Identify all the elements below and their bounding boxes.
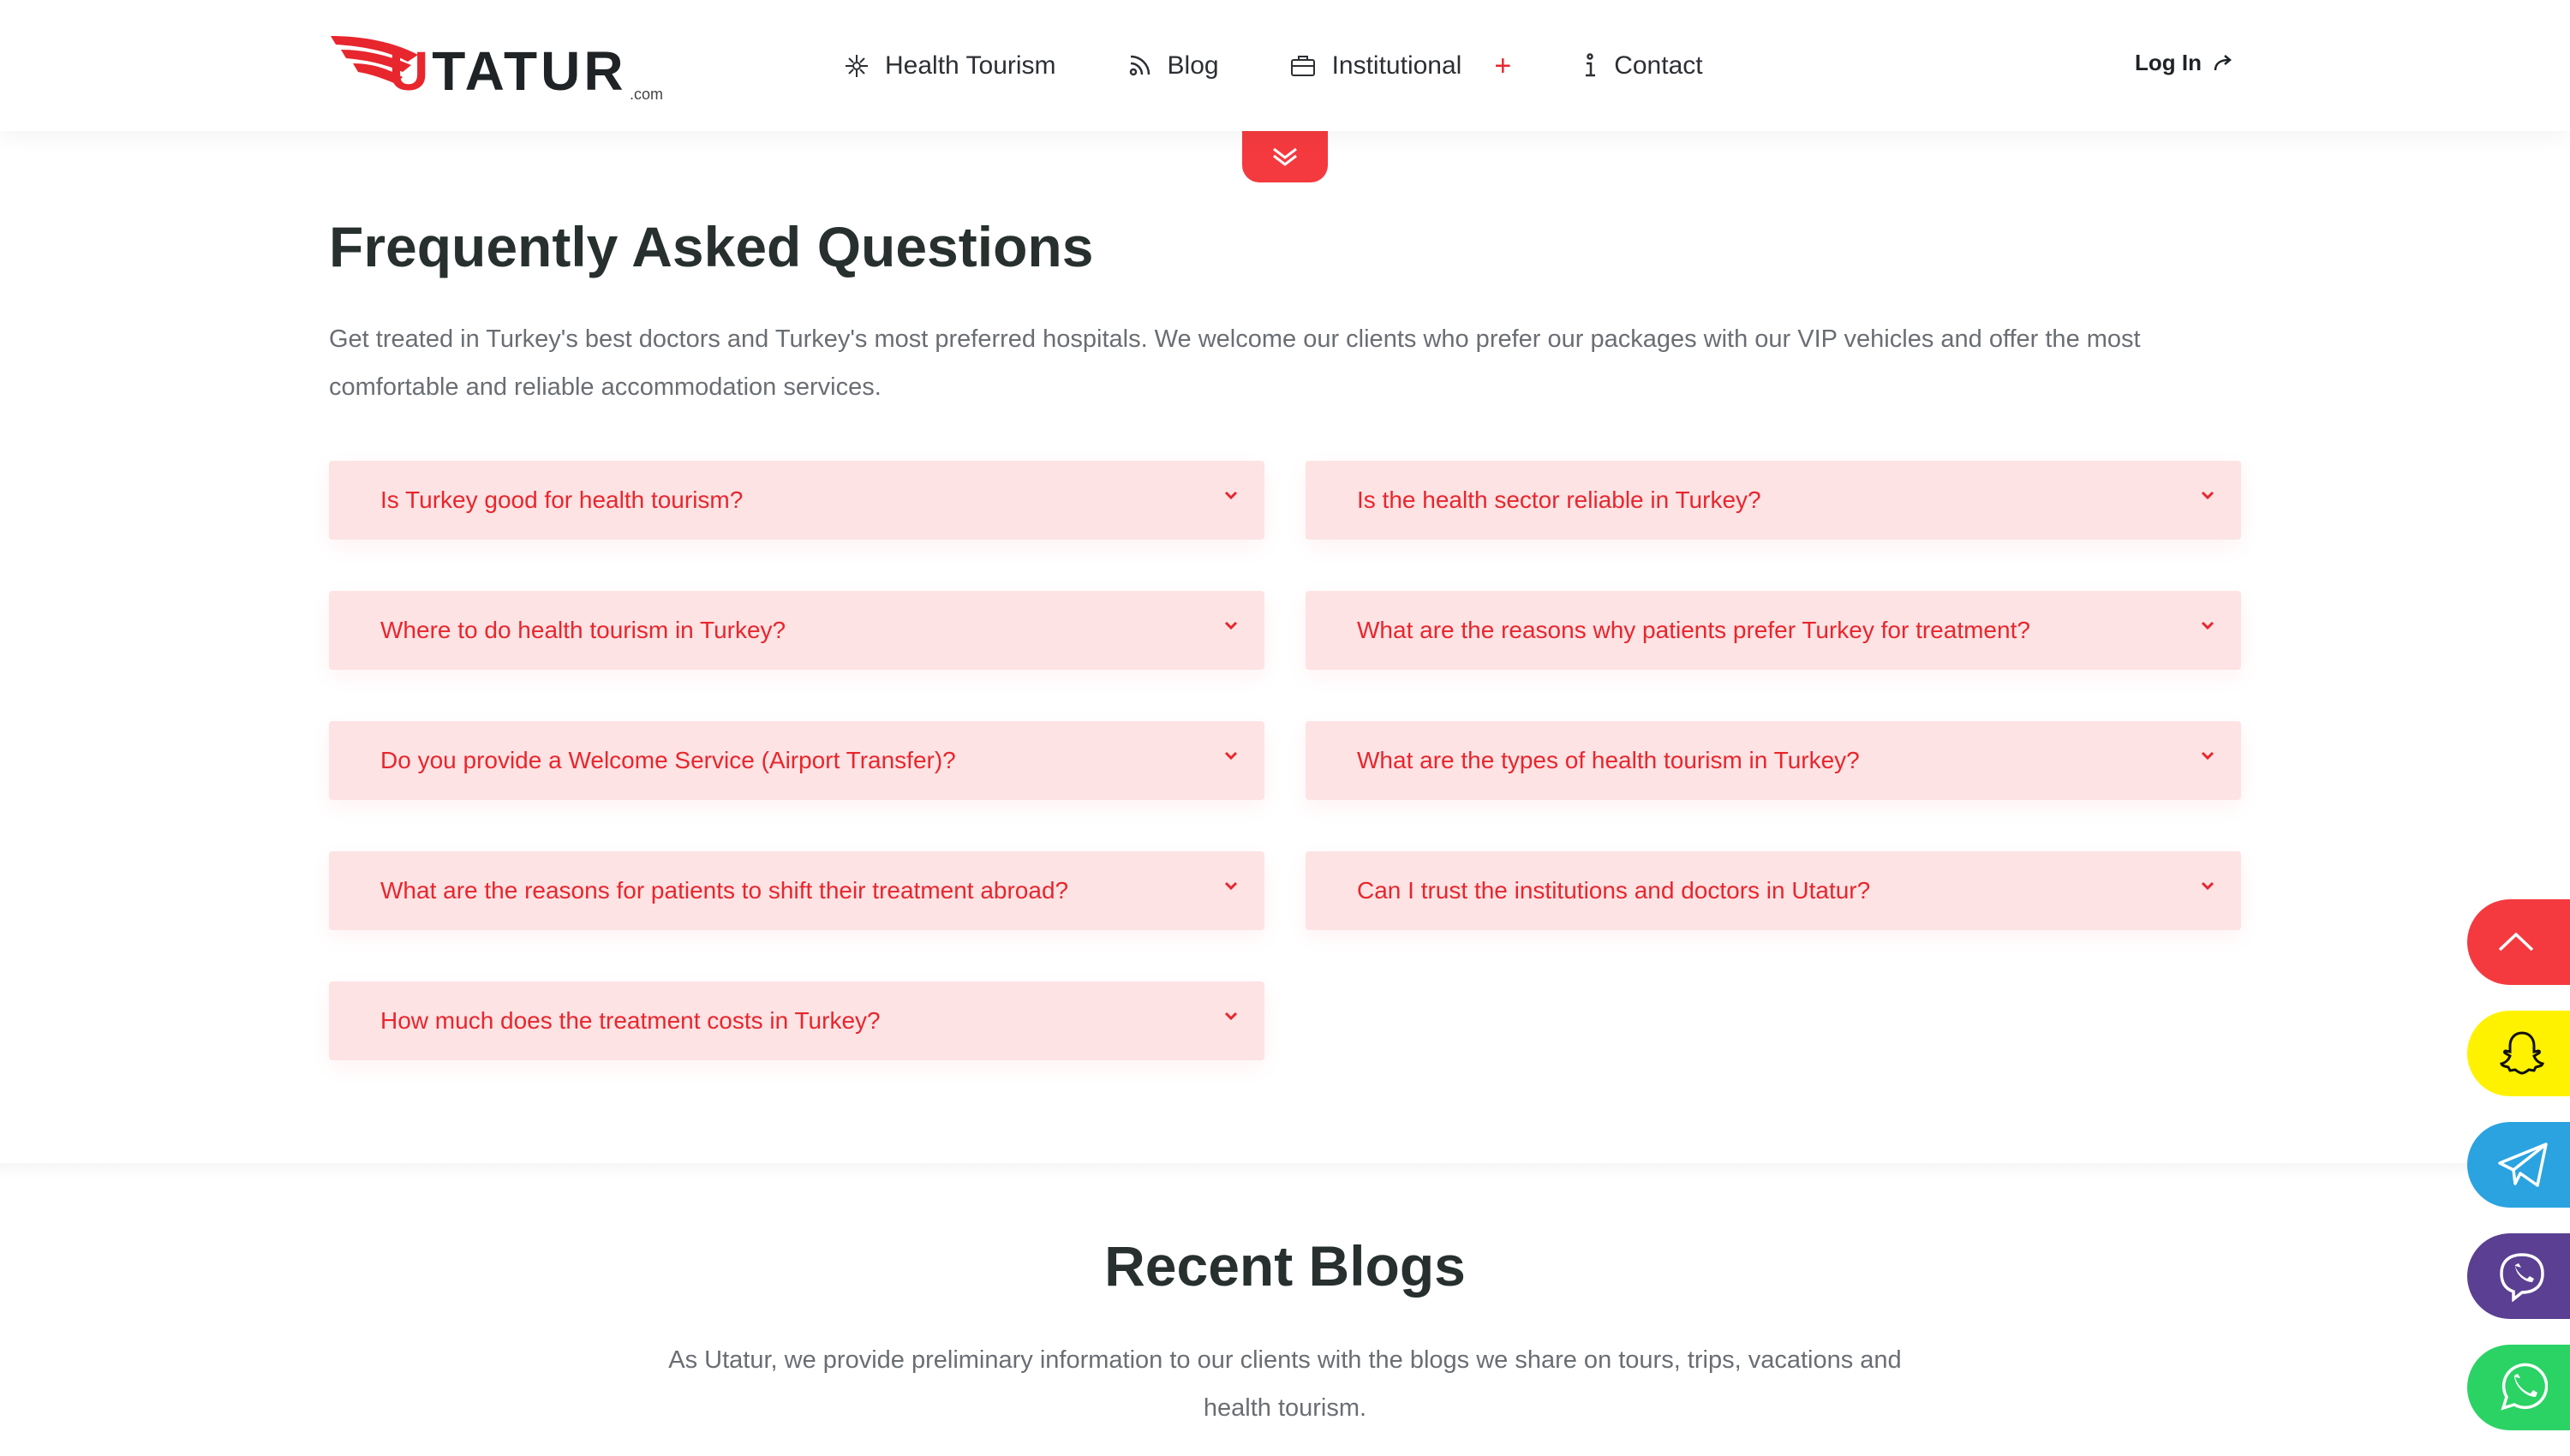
nav-blog[interactable]: Blog — [1127, 51, 1219, 81]
nav-health-tourism[interactable]: Health Tourism — [844, 51, 1056, 81]
login-button[interactable]: Log In — [2135, 50, 2236, 76]
viber-button[interactable] — [2467, 1233, 2570, 1319]
nav-label: Institutional — [1331, 51, 1462, 80]
faq-question: How much does the treatment costs in Tur… — [380, 1007, 881, 1034]
chevron-down-icon — [1224, 751, 1238, 761]
scroll-top-icon — [2498, 932, 2534, 952]
faq-item[interactable]: What are the types of health tourism in … — [1306, 721, 2241, 800]
nav-label: Blog — [1167, 51, 1219, 80]
utatur-logo[interactable]: UTATUR .com — [329, 31, 663, 103]
faq-question: Do you provide a Welcome Service (Airpor… — [380, 747, 956, 773]
chevron-down-icon — [2201, 621, 2214, 630]
logo-text: U — [389, 40, 433, 102]
telegram-button[interactable] — [2467, 1122, 2570, 1208]
snapchat-button[interactable] — [2467, 1011, 2570, 1096]
faq-item[interactable]: How much does the treatment costs in Tur… — [329, 982, 1264, 1060]
chevron-down-icon — [1224, 1011, 1238, 1021]
telegram-icon — [2498, 1143, 2548, 1187]
section-divider — [0, 1163, 2570, 1179]
blogs-intro: As Utatur, we provide preliminary inform… — [668, 1346, 1902, 1422]
nav-label: Health Tourism — [885, 51, 1056, 80]
faq-item[interactable]: What are the reasons why patients prefer… — [1306, 591, 2241, 670]
chevron-down-icon — [2201, 491, 2214, 500]
faq-item[interactable]: Can I trust the institutions and doctors… — [1306, 851, 2241, 930]
scroll-top-button[interactable] — [2467, 899, 2570, 985]
main-nav: Health Tourism Blog Institutional + Cont… — [844, 45, 1773, 87]
logo-suffix: .com — [629, 86, 663, 103]
faq-question: What are the types of health tourism in … — [1357, 747, 1860, 773]
viber-icon — [2500, 1253, 2544, 1302]
faq-item[interactable]: Do you provide a Welcome Service (Airpor… — [329, 721, 1264, 800]
nav-label: Contact — [1614, 51, 1703, 80]
chevron-down-icon — [2201, 751, 2214, 761]
chevron-down-icon — [1224, 621, 1238, 630]
faq-intro: Get treated in Turkey's best doctors and… — [329, 325, 2141, 401]
blogs-title: Recent Blogs — [1104, 1234, 1466, 1298]
faq-question: Where to do health tourism in Turkey? — [380, 617, 786, 643]
scroll-down-button[interactable] — [1242, 131, 1328, 182]
whatsapp-button[interactable] — [2467, 1345, 2570, 1430]
login-arrow-icon — [2214, 54, 2232, 70]
health-icon — [846, 55, 868, 77]
double-chevron-down-icon — [1273, 147, 1297, 166]
chevron-down-icon — [2201, 881, 2214, 891]
logo-text-rest: TATUR — [432, 40, 627, 102]
site-header: UTATUR .com Health Tourism Blog Institut… — [0, 0, 2570, 131]
nav-contact[interactable]: Contact — [1581, 51, 1703, 81]
faq-item[interactable]: Is the health sector reliable in Turkey? — [1306, 461, 2241, 540]
logo-wordmark: UTATUR — [389, 39, 627, 103]
blog-icon — [1129, 55, 1150, 76]
faq-item[interactable]: Is Turkey good for health tourism? — [329, 461, 1264, 540]
login-label: Log In — [2135, 50, 2202, 75]
snapchat-icon — [2500, 1031, 2544, 1075]
faq-question: Is the health sector reliable in Turkey? — [1357, 486, 1761, 513]
faq-question: Can I trust the institutions and doctors… — [1357, 877, 1871, 904]
chevron-down-icon — [1224, 491, 1238, 500]
faq-question: What are the reasons why patients prefer… — [1357, 617, 2030, 643]
faq-question: Is Turkey good for health tourism? — [380, 486, 744, 513]
info-icon — [1586, 53, 1596, 77]
briefcase-icon — [1290, 56, 1315, 76]
faq-title: Frequently Asked Questions — [329, 215, 1094, 278]
expand-plus-icon[interactable]: + — [1494, 50, 1511, 83]
faq-item[interactable]: Where to do health tourism in Turkey? — [329, 591, 1264, 670]
whatsapp-icon — [2501, 1363, 2548, 1411]
faq-question: What are the reasons for patients to shi… — [380, 877, 1069, 904]
faq-item[interactable]: What are the reasons for patients to shi… — [329, 851, 1264, 930]
chevron-down-icon — [1224, 881, 1238, 891]
nav-institutional[interactable]: Institutional + — [1289, 50, 1511, 83]
